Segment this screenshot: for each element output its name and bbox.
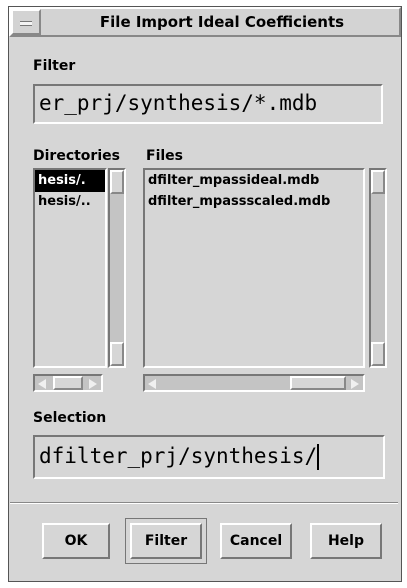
filter-button[interactable]: Filter <box>130 523 202 559</box>
directories-vertical-scrollbar[interactable] <box>108 168 126 368</box>
scroll-up-button[interactable] <box>110 170 124 194</box>
directory-item[interactable]: hesis/. <box>35 170 105 192</box>
directories-horizontal-scrollbar[interactable] <box>33 374 103 392</box>
file-item[interactable]: dfilter_mpassscaled.mdb <box>145 191 363 212</box>
scroll-right-arrow-icon[interactable] <box>351 379 359 389</box>
text-cursor <box>317 444 320 470</box>
horizontal-scroll-thumb[interactable] <box>290 376 346 390</box>
scroll-down-button[interactable] <box>371 342 385 366</box>
window-menu-button[interactable] <box>11 9 41 35</box>
scroll-right-arrow-icon[interactable] <box>89 379 97 389</box>
files-horizontal-scrollbar[interactable] <box>143 374 365 392</box>
directories-label: Directories <box>33 148 120 164</box>
scroll-up-button[interactable] <box>371 170 385 194</box>
cancel-button[interactable]: Cancel <box>220 523 292 559</box>
selection-input[interactable]: dfilter_prj/synthesis/ <box>33 435 385 479</box>
files-vertical-scrollbar[interactable] <box>369 168 387 368</box>
scroll-down-button[interactable] <box>110 342 124 366</box>
horizontal-scroll-thumb[interactable] <box>53 376 83 390</box>
button-separator <box>10 502 398 504</box>
directories-list[interactable]: hesis/. hesis/.. <box>33 168 107 368</box>
filter-label: Filter <box>33 58 76 74</box>
selection-text: dfilter_prj/synthesis/ <box>39 444 318 468</box>
scroll-left-arrow-icon[interactable] <box>148 379 156 389</box>
files-label: Files <box>146 148 183 164</box>
ok-button[interactable]: OK <box>42 523 110 559</box>
scroll-left-arrow-icon[interactable] <box>38 379 46 389</box>
dialog-title: File Import Ideal Coefficients <box>99 13 345 31</box>
directory-item[interactable]: hesis/.. <box>35 191 105 212</box>
files-list[interactable]: dfilter_mpassideal.mdb dfilter_mpassscal… <box>143 168 365 368</box>
help-button[interactable]: Help <box>310 523 382 559</box>
file-item[interactable]: dfilter_mpassideal.mdb <box>145 170 363 191</box>
filter-input[interactable]: er_prj/synthesis/*.mdb <box>33 84 383 124</box>
selection-label: Selection <box>33 410 107 426</box>
